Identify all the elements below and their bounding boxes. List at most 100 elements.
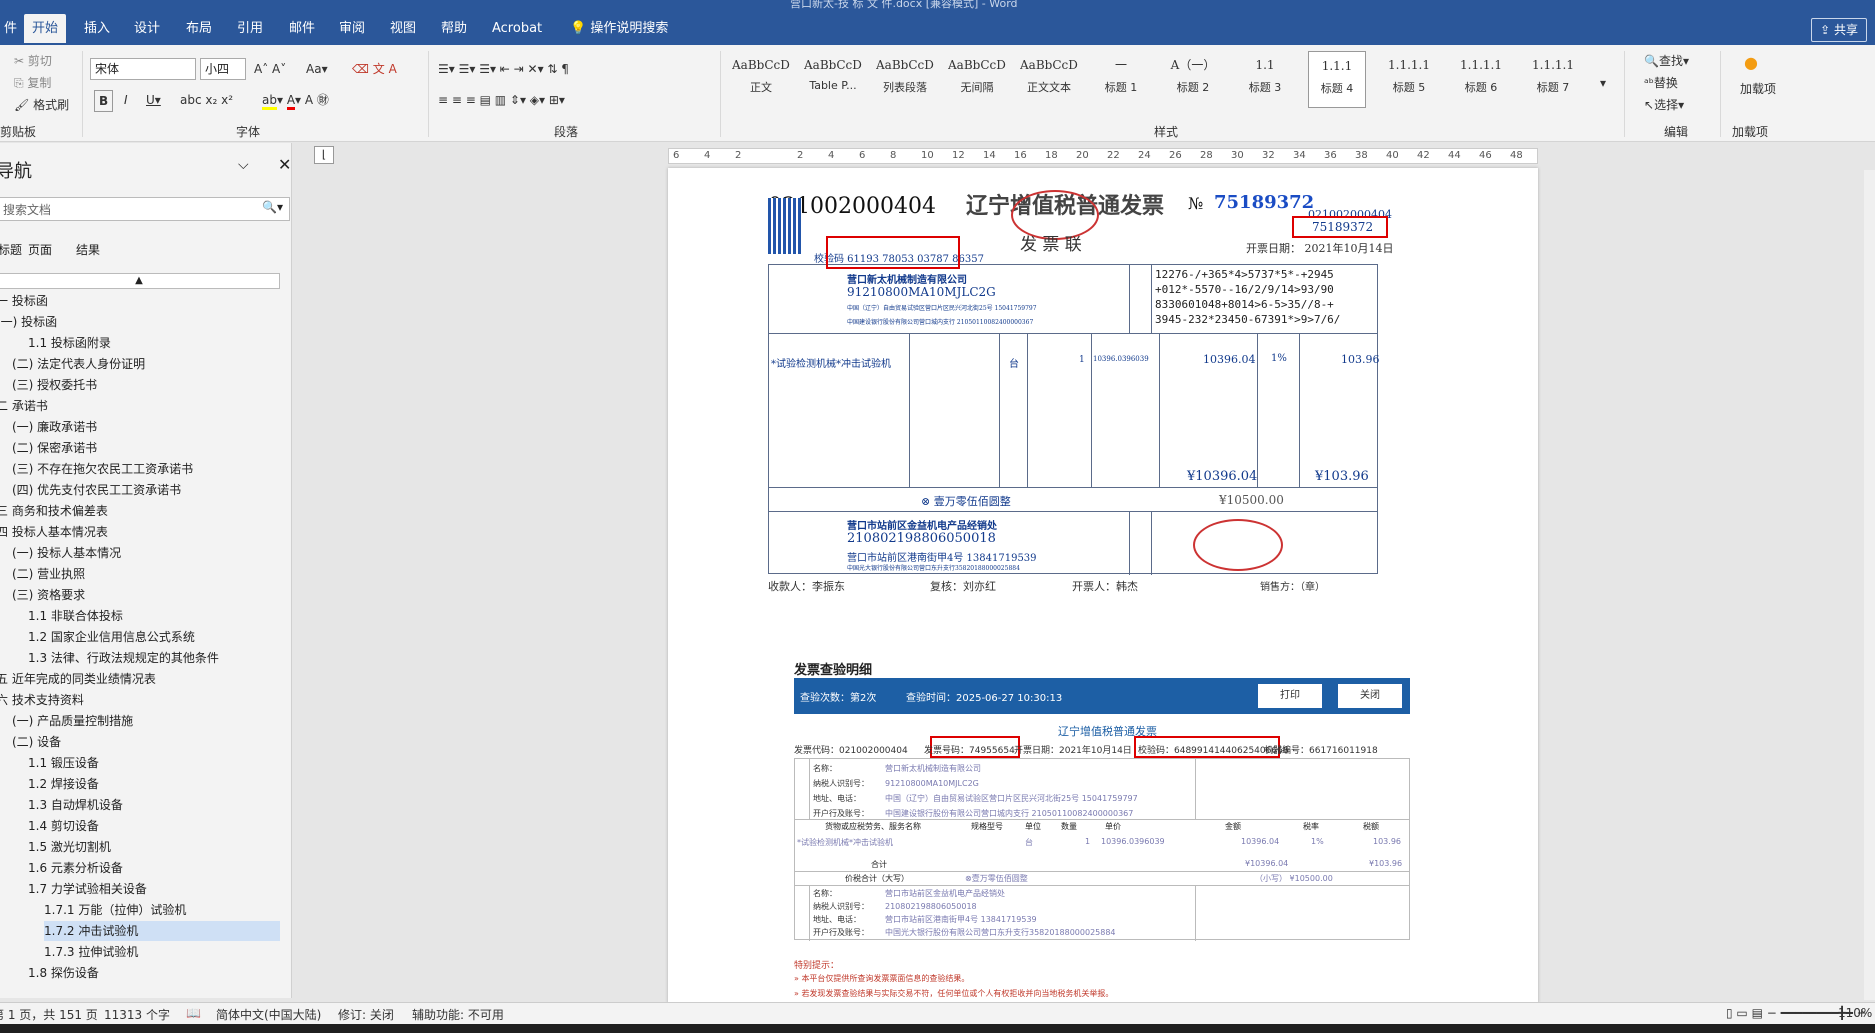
search-icon[interactable]: 🔍▾ [262, 200, 283, 214]
style-heading-4[interactable]: 1.1.1 标题 4 [1308, 51, 1366, 108]
nav-heading-item[interactable]: 1.8 探伤设备 [28, 963, 99, 983]
style-heading-3[interactable]: 1.1 标题 3 [1236, 51, 1294, 108]
copy-button[interactable]: ⎘ 复制 [14, 73, 51, 93]
nav-heading-item[interactable]: 二 承诺书 [0, 396, 48, 416]
font-name-select[interactable]: 宋体 [90, 58, 196, 80]
nav-heading-item[interactable]: 1.1 非联合体投标 [28, 606, 123, 626]
underline-button[interactable]: U▾ [146, 90, 161, 110]
nav-heading-item[interactable]: 四 投标人基本情况表 [0, 522, 108, 542]
nav-heading-item[interactable]: (一) 投标函 [0, 312, 57, 332]
share-button[interactable]: ⇪ 共享 [1811, 18, 1867, 42]
nav-heading-item[interactable]: 1.7.3 拉伸试验机 [44, 942, 138, 962]
tab-review[interactable]: 审阅 [331, 14, 373, 43]
close-button[interactable]: 关闭 [1338, 684, 1402, 708]
nav-search-input[interactable]: 搜索文档 🔍▾ [0, 197, 290, 221]
font-grow-shrink[interactable]: A˄ A˅ [254, 59, 286, 79]
nav-heading-item[interactable]: 一 投标函 [0, 291, 48, 311]
nav-heading-item[interactable]: 1.5 激光切割机 [28, 837, 111, 857]
accessibility[interactable]: 辅助功能: 不可用 [412, 1006, 504, 1023]
nav-heading-item[interactable]: 六 技术支持资料 [0, 690, 84, 710]
nav-heading-item[interactable]: 1.4 剪切设备 [28, 816, 99, 836]
style-list-paragraph[interactable]: AaBbCcDdI 列表段落 [876, 51, 934, 108]
print-button[interactable]: 打印 [1258, 684, 1322, 708]
select-button[interactable]: ↖选择▾ [1644, 95, 1684, 115]
tab-selector[interactable]: ⌊ [314, 146, 334, 164]
style-preview: AaBbCcDd [804, 58, 862, 72]
style-heading-5[interactable]: 1.1.1.1 标题 5 [1380, 51, 1438, 108]
italic-button[interactable]: I [124, 90, 128, 110]
addins-button[interactable]: 加载项 [1740, 81, 1776, 97]
tab-help[interactable]: 帮助 [433, 14, 475, 43]
page-count[interactable]: 第 1 页，共 151 页 [0, 1006, 98, 1023]
nav-heading-item[interactable]: 1.7.1 万能（拉伸）试验机 [44, 900, 186, 920]
nav-tab-pages[interactable]: 页面 [28, 241, 52, 258]
nav-heading-item[interactable]: (三) 资格要求 [12, 585, 85, 605]
chevron-down-icon[interactable]: ⌵ [238, 157, 249, 173]
style-heading-7[interactable]: 1.1.1.1 标题 7 [1524, 51, 1582, 108]
style-heading-1[interactable]: 一标题 1 [1092, 51, 1150, 108]
nav-heading-item[interactable]: (二) 法定代表人身份证明 [12, 354, 145, 374]
find-button[interactable]: 🔍查找▾ [1644, 51, 1689, 71]
format-painter-button[interactable]: 🖌 格式刷 [14, 95, 69, 115]
nav-heading-item[interactable]: 1.3 自动焊机设备 [28, 795, 123, 815]
style-heading-6[interactable]: 1.1.1.1 标题 6 [1452, 51, 1510, 108]
vertical-scrollbar[interactable] [1864, 170, 1875, 1000]
tab-home[interactable]: 开始 [24, 14, 67, 43]
list-buttons[interactable]: ☰▾ ☰▾ ☰▾ ⇤ ⇥ ✕▾ ⇅ ¶ [438, 59, 569, 79]
style-body-text[interactable]: AaBbCcDdI 正文文本 [1020, 51, 1078, 108]
verify-column-header: 规格型号 [971, 822, 1003, 831]
cut-button[interactable]: ✂ 剪切 [14, 51, 52, 71]
nav-heading-item[interactable]: 1.2 焊接设备 [28, 774, 99, 794]
nav-heading-item[interactable]: (三) 不存在拖欠农民工工资承诺书 [12, 459, 193, 479]
styles-gallery-scroll[interactable]: ▾ [1600, 73, 1606, 93]
tab-references[interactable]: 引用 [229, 14, 271, 43]
nav-heading-item[interactable]: 1.1 投标函附录 [28, 333, 111, 353]
zoom-level[interactable]: 110% [1838, 1006, 1872, 1020]
tab-view[interactable]: 视图 [382, 14, 424, 43]
language[interactable]: 简体中文(中国大陆) [216, 1006, 321, 1023]
nav-heading-item[interactable]: 三 商务和技术偏差表 [0, 501, 108, 521]
nav-heading-item[interactable]: 1.2 国家企业信用信息公式系统 [28, 627, 195, 647]
nav-heading-item[interactable]: 1.3 法律、行政法规规定的其他条件 [28, 648, 219, 668]
clear-format-icon[interactable]: ⌫ 文 A [352, 59, 397, 79]
tab-layout[interactable]: 布局 [178, 14, 220, 43]
track-changes[interactable]: 修订: 关闭 [338, 1006, 394, 1023]
nav-heading-item[interactable]: 1.7 力学试验相关设备 [28, 879, 147, 899]
tab-file[interactable]: 件 [0, 14, 25, 43]
nav-heading-item[interactable]: (一) 产品质量控制措施 [12, 711, 133, 731]
nav-heading-item[interactable]: (一) 投标人基本情况 [12, 543, 121, 563]
style-heading-2[interactable]: A（一） 标题 2 [1164, 51, 1222, 108]
font-size-select[interactable]: 小四 [200, 58, 246, 80]
bold-button[interactable]: B [94, 90, 114, 112]
collapse-all-button[interactable]: ▲ [0, 273, 280, 289]
replace-button[interactable]: ᵃᵇ替换 [1644, 73, 1678, 93]
nav-tab-headings[interactable]: 标题 [0, 241, 22, 258]
nav-heading-item[interactable]: (二) 营业执照 [12, 564, 85, 584]
close-icon[interactable]: ✕ [278, 155, 291, 174]
tab-design[interactable]: 设计 [126, 14, 168, 43]
tab-acrobat[interactable]: Acrobat [484, 14, 550, 43]
buyer-name: 营口新太机械制造有限公司 [847, 275, 967, 286]
tab-insert[interactable]: 插入 [76, 14, 118, 43]
style-normal[interactable]: AaBbCcDdI 正文 [732, 51, 790, 108]
style-table-p[interactable]: AaBbCcDd Table P... [804, 51, 862, 108]
nav-heading-item[interactable]: 1.6 元素分析设备 [28, 858, 123, 878]
nav-heading-item[interactable]: (二) 保密承诺书 [12, 438, 97, 458]
tell-me-search[interactable]: 💡 操作说明搜索 [562, 14, 676, 43]
nav-tab-results[interactable]: 结果 [76, 241, 100, 258]
highlight-font-color[interactable]: ab▾ A▾ A ㊖ [262, 90, 329, 110]
style-no-spacing[interactable]: AaBbCcDdI 无间隔 [948, 51, 1006, 108]
nav-heading-item[interactable]: (三) 授权委托书 [12, 375, 97, 395]
nav-heading-item[interactable]: 1.7.2 冲击试验机 [44, 921, 280, 941]
alignment-buttons[interactable]: ≡ ≡ ≡ ▤ ▥ ⇕▾ ◈▾ ⊞▾ [438, 90, 565, 110]
nav-heading-item[interactable]: (四) 优先支付农民工工资承诺书 [12, 480, 181, 500]
strike-sub-sup-buttons[interactable]: abc x₂ x² [180, 90, 233, 110]
nav-heading-item[interactable]: 五 近年完成的同类业绩情况表 [0, 669, 156, 689]
nav-heading-item[interactable]: (一) 廉政承诺书 [12, 417, 97, 437]
nav-heading-item[interactable]: (二) 设备 [12, 732, 61, 752]
word-count[interactable]: 11313 个字 [104, 1006, 170, 1023]
proofing-icon[interactable]: 📖 [186, 1006, 201, 1020]
nav-heading-item[interactable]: 1.1 锻压设备 [28, 753, 99, 773]
change-case-button[interactable]: Aa▾ [306, 59, 328, 79]
tab-mailings[interactable]: 邮件 [281, 14, 323, 43]
